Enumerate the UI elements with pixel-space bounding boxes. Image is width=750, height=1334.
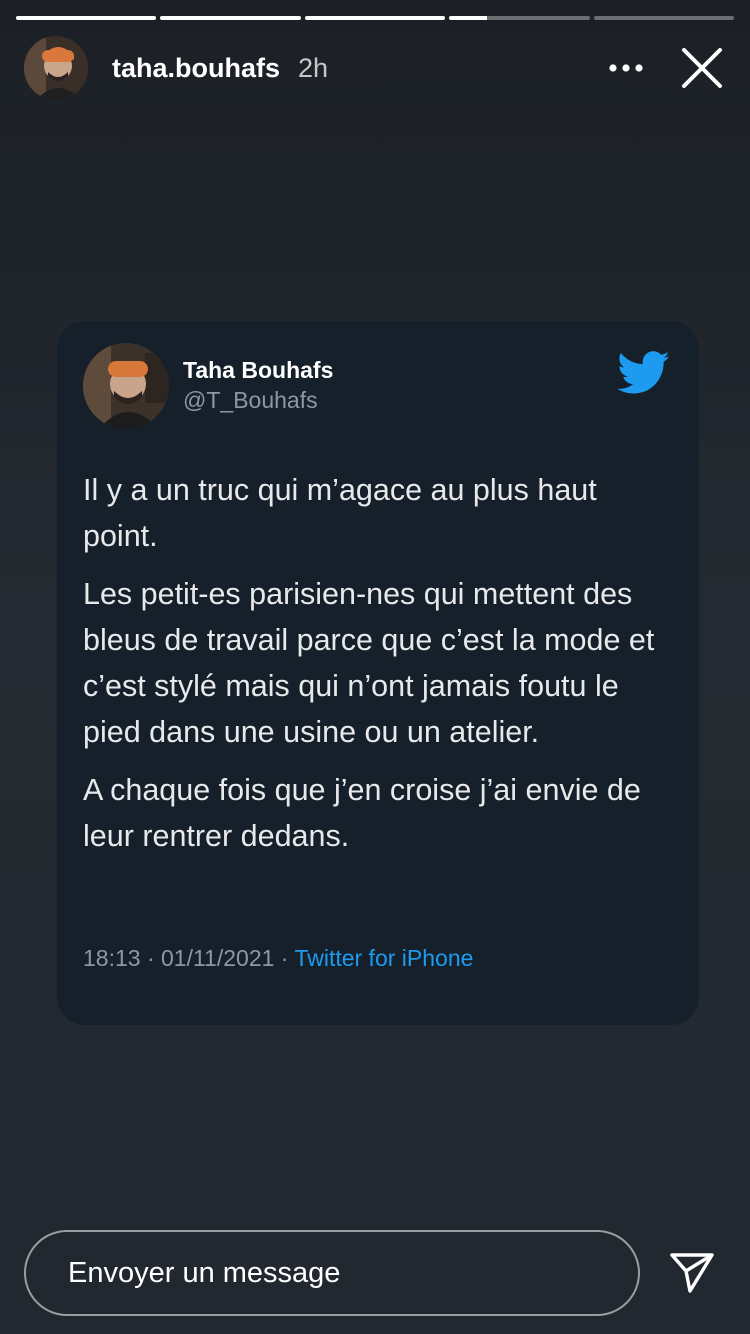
story-progress-segment [593, 16, 735, 20]
tweet-source: Twitter for iPhone [294, 945, 474, 971]
tweet-author-info: Taha Bouhafs @T_Bouhafs [183, 343, 333, 415]
tweet-author-handle: @T_Bouhafs [183, 387, 318, 413]
tweet-card[interactable]: Taha Bouhafs @T_Bouhafs Il y a un truc q… [57, 321, 699, 1025]
tweet-timestamp: 18:13 · 01/11/2021 · [83, 945, 295, 971]
close-button[interactable] [674, 40, 730, 96]
message-placeholder: Envoyer un message [68, 1256, 341, 1289]
tweet-author-name: Taha Bouhafs [183, 357, 334, 383]
close-icon [682, 48, 722, 88]
tweet-paragraph: Les petit-es parisien-nes qui mettent de… [83, 577, 655, 749]
tweet-text: Il y a un truc qui m’agace au plus haut … [83, 467, 673, 859]
story-progress-bar [16, 16, 735, 20]
message-input[interactable]: Envoyer un message [24, 1230, 640, 1316]
story-progress-segment [16, 16, 157, 20]
send-button[interactable] [664, 1245, 720, 1301]
tweet-paragraph: Il y a un truc qui m’agace au plus haut … [83, 473, 597, 553]
username[interactable]: taha.bouhafs [112, 53, 280, 84]
twitter-bird-icon [617, 351, 670, 394]
more-options-button[interactable] [598, 40, 654, 96]
profile-avatar[interactable] [24, 36, 88, 100]
story-time-ago: 2h [298, 52, 329, 83]
more-horizontal-icon [609, 64, 643, 72]
send-icon [670, 1253, 714, 1293]
tweet-paragraph: A chaque fois que j’en croise j’ai envie… [83, 773, 641, 853]
tweet-header: Taha Bouhafs @T_Bouhafs [83, 343, 673, 429]
story-progress-segment [304, 16, 446, 20]
tweet-author-avatar [83, 343, 169, 429]
story-header: taha.bouhafs 2h [24, 36, 730, 100]
story-progress-segment [449, 16, 590, 20]
story-progress-segment [160, 16, 301, 20]
tweet-meta: 18:13 · 01/11/2021 · Twitter for iPhone [83, 945, 473, 972]
